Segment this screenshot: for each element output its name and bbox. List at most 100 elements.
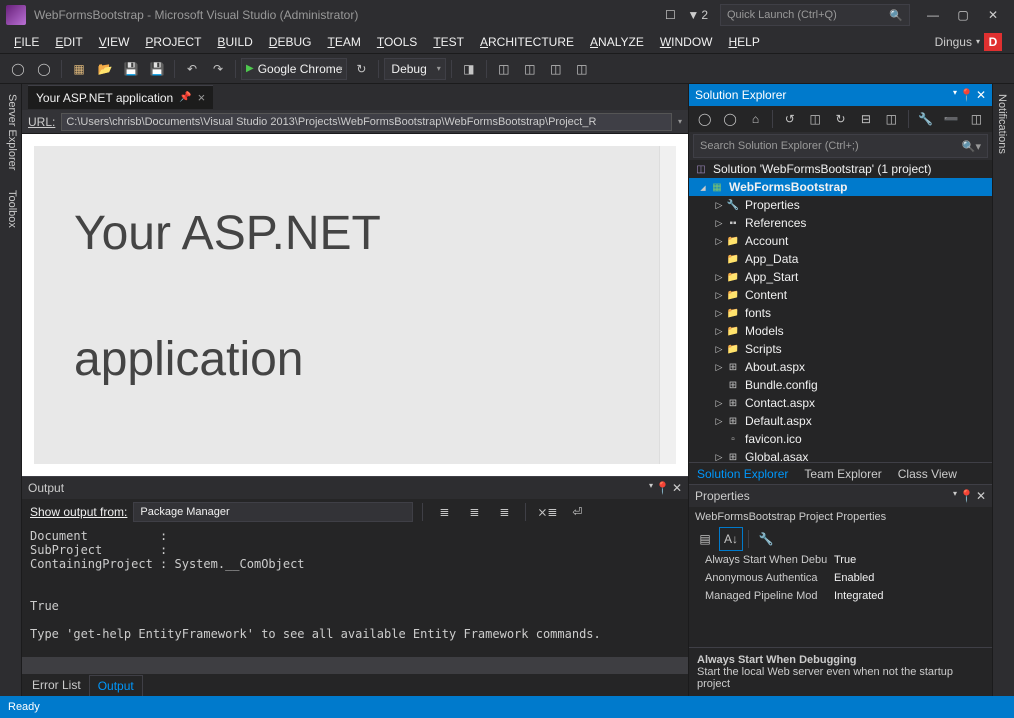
- output-tool-1[interactable]: ≣: [432, 500, 456, 524]
- se-dropdown-icon[interactable]: ▾: [953, 88, 957, 102]
- se-collapse-button[interactable]: ⊟: [854, 107, 877, 131]
- refresh-button[interactable]: ↻: [349, 57, 373, 81]
- document-tab[interactable]: Your ASP.NET application 📌 ×: [28, 85, 213, 109]
- toolbar-icon-4[interactable]: ◫: [544, 57, 568, 81]
- menu-project[interactable]: PROJECT: [137, 32, 209, 52]
- output-source-dropdown[interactable]: Package Manager: [133, 502, 413, 522]
- property-row[interactable]: Managed Pipeline Mod Integrated: [689, 587, 992, 605]
- close-button[interactable]: ✕: [978, 2, 1008, 28]
- menu-test[interactable]: TEST: [425, 32, 472, 52]
- expand-icon[interactable]: [713, 344, 725, 355]
- menu-file[interactable]: FILE: [6, 32, 47, 52]
- expand-icon[interactable]: [713, 398, 725, 409]
- url-dropdown-icon[interactable]: ▾: [678, 117, 682, 126]
- expand-icon[interactable]: [713, 362, 725, 373]
- output-dropdown-icon[interactable]: ▾: [649, 481, 653, 495]
- expand-icon[interactable]: [713, 416, 725, 427]
- project-node[interactable]: ▦ WebFormsBootstrap: [689, 178, 992, 196]
- se-home-button[interactable]: ⌂: [744, 107, 767, 131]
- tree-item[interactable]: 📁App_Data: [689, 250, 992, 268]
- tree-item[interactable]: 📁Account: [689, 232, 992, 250]
- output-scrollbar[interactable]: [22, 657, 688, 674]
- props-categorized-button[interactable]: ▤: [693, 527, 717, 551]
- props-pages-button[interactable]: 🔧: [754, 527, 778, 551]
- output-tool-2[interactable]: ≣: [462, 500, 486, 524]
- tree-item[interactable]: ▫favicon.ico: [689, 430, 992, 448]
- error-list-tab[interactable]: Error List: [24, 675, 89, 695]
- se-close-icon[interactable]: ✕: [976, 88, 986, 102]
- menu-edit[interactable]: EDIT: [47, 32, 90, 52]
- nav-forward-button[interactable]: ◯: [32, 57, 56, 81]
- new-project-button[interactable]: ▦: [67, 57, 91, 81]
- menu-view[interactable]: VIEW: [91, 32, 138, 52]
- start-debug-button[interactable]: ▶ Google Chrome: [241, 58, 347, 80]
- toolbox-tab[interactable]: Toolbox: [0, 180, 21, 238]
- se-tool-3[interactable]: ◫: [965, 107, 988, 131]
- config-dropdown[interactable]: Debug: [384, 58, 445, 80]
- solution-node[interactable]: ◫ Solution 'WebFormsBootstrap' (1 projec…: [689, 160, 992, 178]
- tab-close-button[interactable]: ×: [198, 90, 206, 105]
- tree-item[interactable]: ⊞Global.asax: [689, 448, 992, 462]
- props-pin-icon[interactable]: 📍: [959, 489, 974, 503]
- toolbar-icon-3[interactable]: ◫: [518, 57, 542, 81]
- save-button[interactable]: 💾: [119, 57, 143, 81]
- expand-icon[interactable]: [713, 236, 725, 247]
- se-pin-icon[interactable]: 📍: [959, 88, 974, 102]
- menu-team[interactable]: TEAM: [319, 32, 368, 52]
- se-sync-button[interactable]: ↺: [778, 107, 801, 131]
- expand-icon[interactable]: [713, 218, 725, 229]
- url-input[interactable]: C:\Users\chrisb\Documents\Visual Studio …: [61, 113, 672, 131]
- output-close-icon[interactable]: ✕: [672, 481, 682, 495]
- output-text[interactable]: Document : SubProject : ContainingProjec…: [22, 525, 688, 657]
- se-showall-button[interactable]: ➖: [939, 107, 962, 131]
- expand-icon[interactable]: [713, 272, 725, 283]
- tree-item[interactable]: ⊞About.aspx: [689, 358, 992, 376]
- props-dropdown-icon[interactable]: ▾: [953, 489, 957, 503]
- tree-item[interactable]: 📁Models: [689, 322, 992, 340]
- output-tab[interactable]: Output: [89, 675, 143, 696]
- server-explorer-tab[interactable]: Server Explorer: [0, 84, 21, 180]
- output-tool-3[interactable]: ≣: [492, 500, 516, 524]
- menu-help[interactable]: HELP: [720, 32, 767, 52]
- notifications-tab[interactable]: Notifications: [993, 84, 1011, 164]
- se-tab-class[interactable]: Class View: [890, 464, 965, 484]
- menu-build[interactable]: BUILD: [209, 32, 260, 52]
- props-close-icon[interactable]: ✕: [976, 489, 986, 503]
- props-alpha-button[interactable]: A↓: [719, 527, 743, 551]
- tree-item[interactable]: ⊞Contact.aspx: [689, 394, 992, 412]
- toolbar-icon-2[interactable]: ◫: [492, 57, 516, 81]
- tree-item[interactable]: 📁Content: [689, 286, 992, 304]
- se-tool-2[interactable]: ◫: [880, 107, 903, 131]
- expand-icon[interactable]: [713, 200, 725, 211]
- menu-tools[interactable]: TOOLS: [369, 32, 425, 52]
- tree-item[interactable]: ▪▪References: [689, 214, 992, 232]
- property-row[interactable]: Anonymous Authentica Enabled: [689, 569, 992, 587]
- properties-grid[interactable]: Always Start When Debu True Anonymous Au…: [689, 551, 992, 647]
- save-all-button[interactable]: 💾: [145, 57, 169, 81]
- se-tool-1[interactable]: ◫: [803, 107, 826, 131]
- expand-icon[interactable]: [713, 452, 725, 463]
- tree-item[interactable]: ⊞Default.aspx: [689, 412, 992, 430]
- se-refresh-button[interactable]: ↻: [829, 107, 852, 131]
- se-fwd-button[interactable]: ◯: [718, 107, 741, 131]
- expand-icon[interactable]: [713, 290, 725, 301]
- output-wrap-button[interactable]: ⏎: [565, 500, 589, 524]
- nav-back-button[interactable]: ◯: [6, 57, 30, 81]
- menu-window[interactable]: WINDOW: [652, 32, 721, 52]
- expand-icon[interactable]: [697, 182, 709, 192]
- maximize-button[interactable]: ▢: [948, 2, 978, 28]
- tree-item[interactable]: ⊞Bundle.config: [689, 376, 992, 394]
- quick-launch-input[interactable]: Quick Launch (Ctrl+Q) 🔍: [720, 4, 910, 26]
- menu-debug[interactable]: DEBUG: [261, 32, 320, 52]
- expand-icon[interactable]: [713, 308, 725, 319]
- user-menu[interactable]: Dingus▾ D: [929, 33, 1008, 51]
- toolbar-icon-1[interactable]: ◨: [457, 57, 481, 81]
- redo-button[interactable]: ↷: [206, 57, 230, 81]
- menu-analyze[interactable]: ANALYZE: [582, 32, 652, 52]
- open-file-button[interactable]: 📂: [93, 57, 117, 81]
- menu-architecture[interactable]: ARCHITECTURE: [472, 32, 582, 52]
- minimize-button[interactable]: —: [918, 2, 948, 28]
- output-clear-button[interactable]: ⨯≣: [535, 500, 559, 524]
- browser-scrollbar[interactable]: [659, 146, 676, 464]
- se-tab-team[interactable]: Team Explorer: [796, 464, 889, 484]
